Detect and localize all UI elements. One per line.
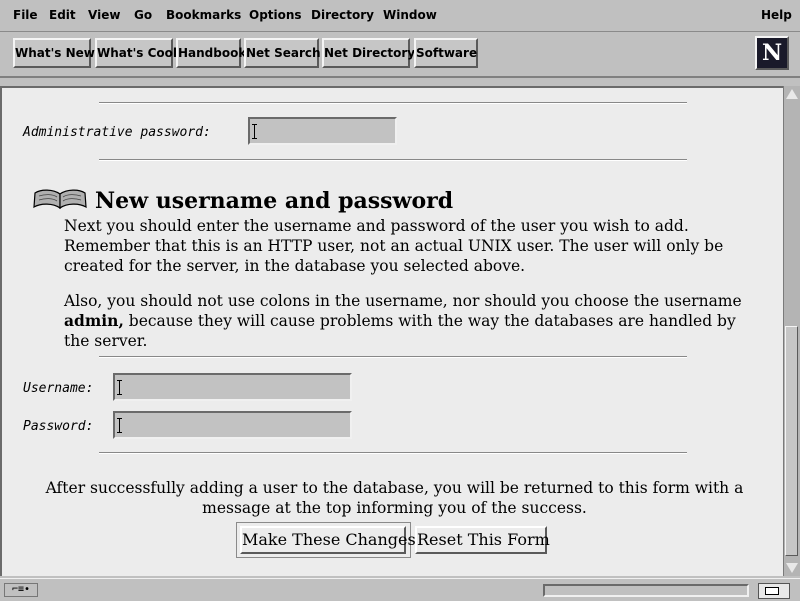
net-directory-button[interactable]: Net Directory — [322, 38, 415, 68]
reset-form-button[interactable]: Reset This Form — [415, 526, 550, 554]
admin-password-label: Administrative password: — [23, 125, 211, 140]
admin-keyword: admin, — [64, 311, 124, 330]
security-key-icon[interactable]: ⌐≡∙ — [4, 583, 38, 597]
instructions-paragraph: Next you should enter the username and p… — [64, 217, 724, 275]
vertical-scrollbar[interactable] — [783, 86, 800, 576]
warning-paragraph: Also, you should not use colons in the u… — [64, 291, 764, 351]
handbook-button[interactable]: Handbook — [176, 38, 246, 68]
whats-new-button[interactable]: What's New — [13, 38, 95, 68]
menu-help[interactable]: Help — [761, 8, 792, 22]
status-bar: ⌐≡∙ — [0, 578, 800, 601]
menu-go[interactable]: Go — [134, 8, 152, 22]
menubar: File Edit View Go Bookmarks Options Dire… — [0, 0, 800, 32]
menu-window[interactable]: Window — [383, 8, 437, 22]
menu-directory[interactable]: Directory — [311, 8, 374, 22]
netscape-logo-icon[interactable]: N — [755, 36, 789, 70]
page-content: Administrative password: New username an… — [0, 86, 783, 576]
section-heading: New username and password — [95, 188, 454, 214]
menu-bookmarks[interactable]: Bookmarks — [166, 8, 241, 22]
scroll-down-arrow-icon[interactable] — [786, 563, 798, 573]
text-cursor — [117, 418, 122, 433]
warning-text: Also, you should not use colons in the u… — [64, 292, 742, 310]
divider — [99, 452, 687, 454]
divider — [99, 102, 687, 104]
progress-bar — [543, 584, 749, 597]
menu-view[interactable]: View — [88, 8, 120, 22]
divider — [99, 159, 687, 161]
make-changes-button[interactable]: Make These Changes — [240, 526, 416, 554]
net-search-button[interactable]: Net Search — [244, 38, 321, 68]
scrollbar-thumb[interactable] — [785, 326, 798, 556]
text-cursor — [252, 124, 257, 139]
warning-text-end: because they will cause problems with th… — [64, 312, 736, 350]
admin-password-field[interactable] — [248, 117, 397, 145]
divider — [99, 356, 687, 358]
menu-edit[interactable]: Edit — [49, 8, 76, 22]
text-cursor — [117, 380, 122, 395]
username-field[interactable] — [113, 373, 352, 401]
info-text: After successfully adding a user to the … — [45, 479, 744, 517]
menu-options[interactable]: Options — [249, 8, 302, 22]
software-button[interactable]: Software — [414, 38, 478, 68]
username-label: Username: — [23, 381, 94, 396]
menu-file[interactable]: File — [13, 8, 38, 22]
password-label: Password: — [23, 419, 94, 434]
mail-icon[interactable] — [758, 583, 790, 599]
scroll-up-arrow-icon[interactable] — [786, 89, 798, 99]
password-field[interactable] — [113, 411, 352, 439]
whats-cool-button[interactable]: What's Cool — [95, 38, 177, 68]
open-book-icon — [33, 189, 87, 210]
